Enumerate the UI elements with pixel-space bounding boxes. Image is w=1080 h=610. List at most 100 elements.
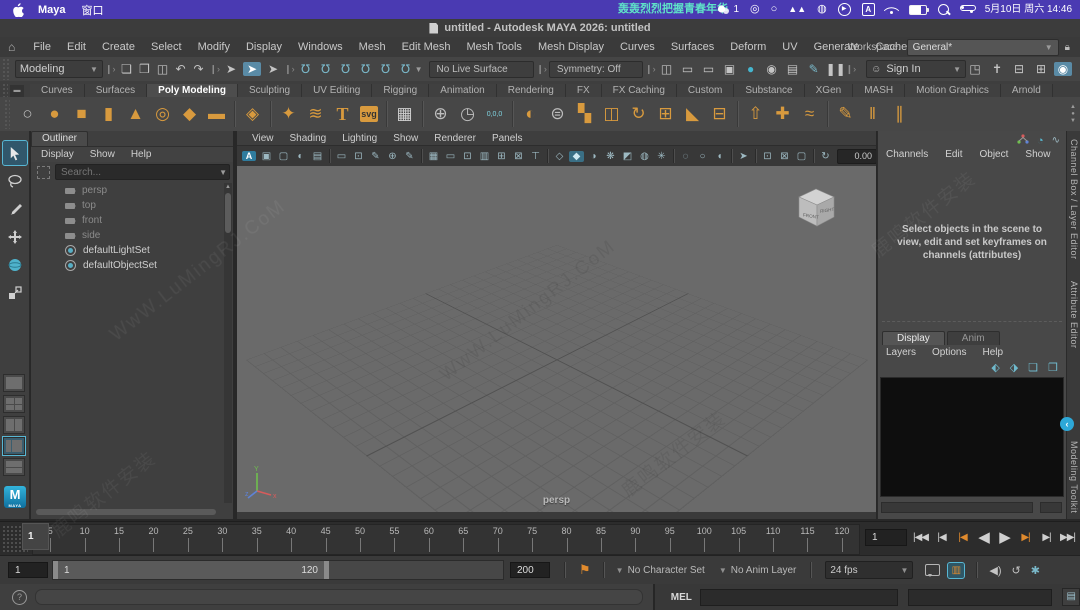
select-component-icon[interactable]: ➤ xyxy=(264,62,282,76)
lasso-tool-button[interactable] xyxy=(3,169,27,193)
render-settings-icon[interactable]: ▣ xyxy=(721,62,739,76)
asset-browser-icon[interactable]: ▤ xyxy=(784,62,802,76)
vt-divider[interactable] xyxy=(731,149,732,163)
hypershade-icon[interactable]: ● xyxy=(742,62,760,76)
play-forwards-button[interactable]: ▶ xyxy=(996,526,1013,548)
xray-icon[interactable]: ◌ xyxy=(677,151,694,162)
channel-box-menu-item[interactable]: Channels xyxy=(886,149,928,160)
snap-curve-icon[interactable]: ℧ xyxy=(317,62,335,76)
retopologize-icon[interactable]: ↻ xyxy=(625,104,652,124)
undo-icon[interactable]: ↶ xyxy=(172,62,190,76)
poly-sphere-icon[interactable]: ● xyxy=(41,104,68,124)
film-gate-icon[interactable]: ▭ xyxy=(442,151,459,162)
vt-divider[interactable] xyxy=(421,149,422,163)
current-frame-field[interactable]: 1 xyxy=(865,529,907,546)
macos-clock[interactable]: 5月10日 周六 14:46 xyxy=(985,0,1072,19)
sweep-mesh-icon[interactable]: ≋ xyxy=(302,104,329,124)
poly-disc-icon[interactable]: ▬ xyxy=(203,104,230,124)
svg-tool-icon[interactable]: svg xyxy=(360,106,378,122)
tab-channel-box-layer-editor[interactable]: Channel Box / Layer Editor xyxy=(1069,139,1079,260)
new-layer-from-selected-icon[interactable]: ❐ xyxy=(1048,361,1058,374)
booleans-icon[interactable]: ⊟ xyxy=(706,104,733,124)
macos-window-menu[interactable]: 窗口 xyxy=(82,2,104,18)
timeline-tick[interactable]: 95 xyxy=(653,525,687,554)
layer-sort-down-icon[interactable]: ⬗ xyxy=(1010,361,1018,374)
shelf-tab[interactable]: Substance xyxy=(734,84,805,97)
mute-audio-icon[interactable]: ◀) xyxy=(989,564,1001,577)
outliner-search-dropdown-icon[interactable]: ▼ xyxy=(219,168,227,177)
exposure-value-field[interactable]: 0.00 xyxy=(837,148,876,164)
workspace-lock-icon[interactable]: 🔒︎ xyxy=(1065,42,1070,53)
shelf-grip[interactable] xyxy=(2,83,8,97)
timeline-tick[interactable]: 75 xyxy=(515,525,549,554)
wifi-icon[interactable] xyxy=(886,5,898,15)
move-tool-button[interactable] xyxy=(3,225,27,249)
timeline-tick[interactable]: 120 xyxy=(825,525,859,554)
screen-space-ao-icon[interactable]: ◍ xyxy=(636,151,653,162)
pick-color-icon[interactable]: ✎ xyxy=(401,151,418,162)
poly-plane-icon[interactable]: ◆ xyxy=(176,104,203,124)
speed-gauge-icon[interactable]: ◔ xyxy=(1037,135,1044,147)
safe-action-icon[interactable]: ⊠ xyxy=(510,151,527,162)
menu-item[interactable]: Display xyxy=(238,41,290,53)
outliner-item[interactable]: front xyxy=(31,213,223,228)
timeline-track[interactable]: 5 10 15 20 25 30 35 40 45 50 55 60 65 70 75 80 85 90 95 100… xyxy=(32,524,860,555)
paint-effects-icon[interactable]: ✎ xyxy=(805,62,823,76)
mel-command-input[interactable] xyxy=(699,588,898,606)
new-scene-icon[interactable]: ❏ xyxy=(118,62,136,76)
shelf-divider[interactable] xyxy=(512,101,513,127)
timeline-tick[interactable]: 105 xyxy=(721,525,755,554)
analytics-icon[interactable]: ▲▲ xyxy=(788,0,806,19)
layout-single-pane-button[interactable] xyxy=(3,374,25,392)
shelf-menu-icon[interactable]: ▬ xyxy=(10,85,24,97)
menu-item[interactable]: Mesh Tools xyxy=(459,41,530,53)
layer-scrollbar[interactable] xyxy=(881,502,1033,513)
sculpt-tool-icon[interactable]: ◐ xyxy=(517,104,544,124)
toggle-channel-box-icon[interactable]: ⊟ xyxy=(1010,62,1028,76)
menu-item[interactable]: File xyxy=(25,41,59,53)
animation-start-field[interactable]: 1 xyxy=(8,562,48,578)
field-chart-icon[interactable]: ⊞ xyxy=(493,151,510,162)
timeline-tick[interactable]: 45 xyxy=(308,525,342,554)
shelf-tab[interactable]: Curves xyxy=(30,84,85,97)
timeline-tick[interactable]: 25 xyxy=(171,525,205,554)
outliner-menu-item[interactable]: Help xyxy=(131,149,152,160)
live-surface-field[interactable]: No Live Surface xyxy=(428,60,535,78)
outliner-item[interactable]: defaultObjectSet xyxy=(31,258,223,273)
menu-item[interactable]: Mesh xyxy=(351,41,394,53)
timeline-tick[interactable]: 30 xyxy=(205,525,239,554)
play-backwards-button[interactable]: ◀ xyxy=(975,526,992,548)
menu-item[interactable]: Edit xyxy=(59,41,94,53)
viewport-canvas[interactable]: FRONT RIGHT Y x z persp xyxy=(237,166,876,512)
viewport-menu-item[interactable]: Shading xyxy=(283,133,334,144)
character-controls-icon[interactable]: ✱ xyxy=(1031,564,1040,577)
shelf-divider[interactable] xyxy=(270,101,271,127)
toggle-tool-settings-icon[interactable]: ◉ xyxy=(1053,62,1072,76)
mirror-icon[interactable]: ◫ xyxy=(598,104,625,124)
timeline-tick[interactable]: 65 xyxy=(446,525,480,554)
mel-label[interactable]: MEL xyxy=(671,592,692,603)
layer-editor-menu-item[interactable]: Layers xyxy=(886,347,916,358)
quad-draw-icon[interactable]: ▚ xyxy=(571,104,598,124)
toggle-modeling-toolkit-icon[interactable]: ◳ xyxy=(966,62,984,76)
shelficons-grip[interactable] xyxy=(4,99,10,129)
menu-item[interactable]: Mesh Display xyxy=(530,41,612,53)
wireframe-icon[interactable]: ◇ xyxy=(551,151,568,162)
timeline-tick[interactable]: 10 xyxy=(67,525,101,554)
snap-view-plane-icon[interactable]: ℧ xyxy=(377,62,395,76)
step-forward-key-button[interactable]: ▶| xyxy=(1017,526,1034,548)
poly-cube-icon[interactable]: ■ xyxy=(68,104,95,124)
bookmarks-icon[interactable]: ▤ xyxy=(309,151,326,162)
menu-set-select[interactable]: Modeling ▼ xyxy=(14,60,103,78)
timeline-tick[interactable]: 80 xyxy=(549,525,583,554)
select-tool-button[interactable] xyxy=(1,140,28,166)
textured-mode-icon[interactable]: ◑ xyxy=(585,151,602,162)
maya-logo[interactable]: M MAYA xyxy=(4,486,26,508)
layer-editor-menu-item[interactable]: Options xyxy=(932,347,966,358)
input-method-icon[interactable]: A xyxy=(861,3,875,16)
shelf-tab[interactable]: Poly Modeling xyxy=(147,84,238,97)
channel-box-menu-item[interactable]: Object xyxy=(980,149,1009,160)
isolate-select-icon[interactable]: ▣ xyxy=(258,151,275,162)
pause-viewport-icon[interactable]: ❚❚ xyxy=(826,62,846,76)
home-icon[interactable]: ⌂ xyxy=(8,40,15,54)
